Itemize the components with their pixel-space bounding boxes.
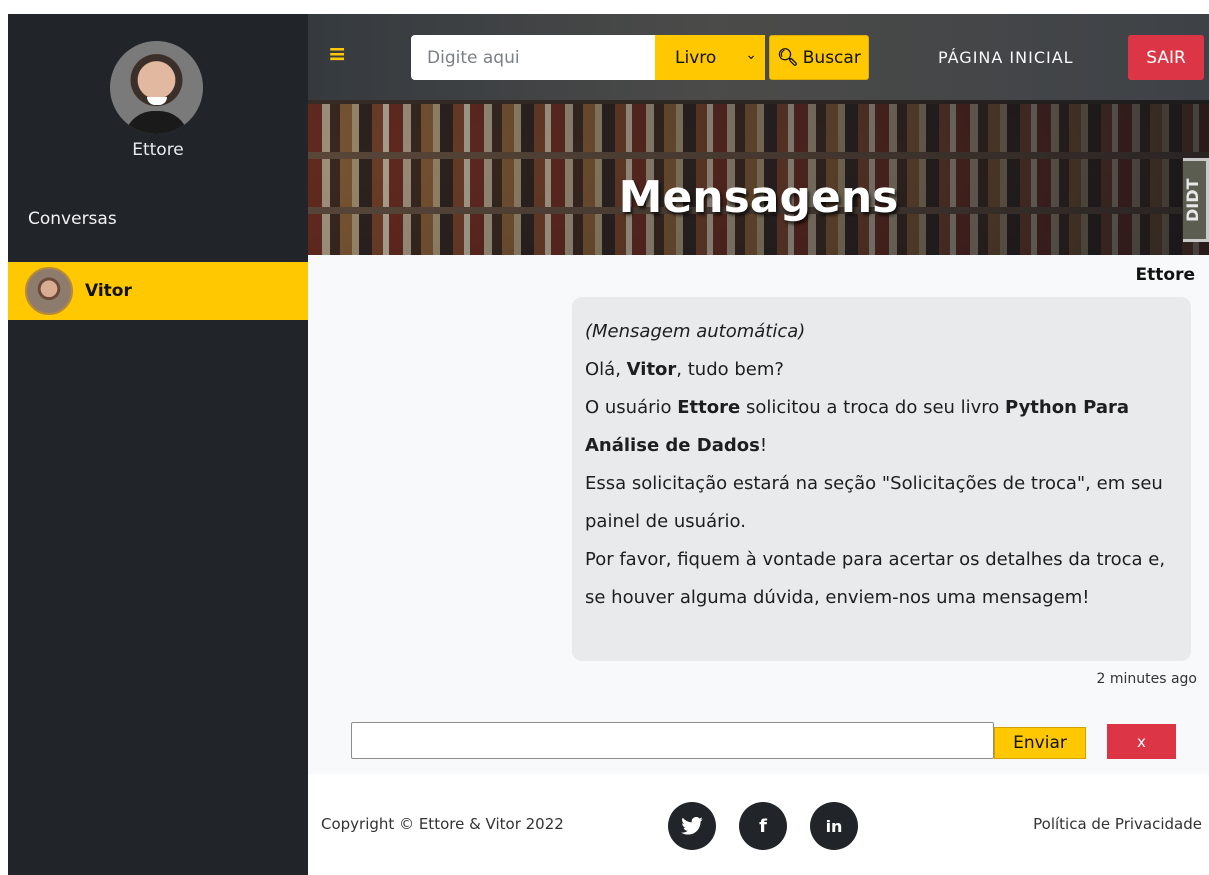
close-chat-button[interactable]: x bbox=[1107, 724, 1176, 759]
message-line: (Mensagem automática) bbox=[585, 321, 806, 342]
conversations-title: Conversas bbox=[28, 209, 117, 229]
conversation-item-vitor[interactable]: Vitor bbox=[8, 262, 308, 320]
conversation-name: Vitor bbox=[85, 281, 132, 301]
message-line: Olá, Vitor, tudo bem? bbox=[585, 351, 1178, 389]
home-link[interactable]: PÁGINA INICIAL bbox=[938, 48, 1074, 67]
page-title: Mensagens bbox=[618, 172, 899, 223]
search-button-label: Buscar bbox=[802, 47, 861, 68]
chevron-down-icon: ⌄ bbox=[745, 47, 757, 63]
facebook-icon[interactable]: f bbox=[739, 802, 787, 850]
footer: Copyright © Ettore & Vitor 2022 f in Pol… bbox=[308, 774, 1209, 875]
twitter-icon[interactable] bbox=[668, 802, 716, 850]
avatar-smile bbox=[147, 97, 167, 105]
search-type-select[interactable]: Livro ⌄ bbox=[655, 35, 765, 80]
message-text: O usuário bbox=[585, 397, 678, 418]
message-requester: Ettore bbox=[677, 397, 741, 418]
message-input[interactable] bbox=[351, 722, 994, 759]
message-text: ! bbox=[759, 435, 768, 456]
app-frame: Ettore Conversas Vitor ≡ Livro ⌄ 🔍︎ Busc… bbox=[8, 14, 1209, 875]
linkedin-icon[interactable]: in bbox=[810, 802, 858, 850]
menu-toggle-icon[interactable]: ≡ bbox=[328, 44, 346, 66]
banner-badge: DIDT bbox=[1183, 158, 1209, 242]
message-bubble: (Mensagem automática) Olá, Vitor, tudo b… bbox=[572, 297, 1191, 661]
sidebar-user-name: Ettore bbox=[132, 140, 184, 160]
search-button[interactable]: 🔍︎ Buscar bbox=[769, 35, 869, 80]
user-avatar bbox=[110, 41, 203, 134]
logout-button[interactable]: SAIR bbox=[1128, 35, 1204, 80]
message-recipient: Vitor bbox=[626, 359, 677, 380]
copyright-text: Copyright © Ettore & Vitor 2022 bbox=[321, 815, 564, 833]
search-input[interactable] bbox=[411, 35, 655, 80]
privacy-policy-link[interactable]: Política de Privacidade bbox=[1033, 815, 1202, 833]
send-button[interactable]: Enviar bbox=[994, 727, 1086, 759]
message-text: solicitou a troca do seu livro bbox=[740, 397, 1006, 418]
chat-panel: Ettore (Mensagem automática) Olá, Vitor,… bbox=[308, 255, 1209, 774]
message-timestamp: 2 minutes ago bbox=[1096, 671, 1197, 687]
avatar-shirt bbox=[124, 111, 189, 134]
message-text: , tudo bem? bbox=[676, 359, 784, 380]
search-type-value: Livro bbox=[675, 47, 717, 68]
search-icon: 🔍︎ bbox=[777, 47, 799, 68]
conversation-avatar bbox=[25, 267, 73, 315]
message-line: Por favor, fiquem à vontade para acertar… bbox=[585, 549, 1166, 608]
message-line: O usuário Ettore solicitou a troca do se… bbox=[585, 389, 1178, 465]
message-sender: Ettore bbox=[1135, 265, 1195, 285]
top-navbar: ≡ Livro ⌄ 🔍︎ Buscar PÁGINA INICIAL SAIR bbox=[308, 14, 1209, 100]
page-banner: Mensagens DIDT bbox=[308, 100, 1209, 255]
twitter-glyph bbox=[681, 817, 703, 835]
message-text: Olá, bbox=[585, 359, 627, 380]
message-line: Essa solicitação estará na seção "Solici… bbox=[585, 473, 1163, 532]
sidebar: Ettore Conversas Vitor bbox=[8, 14, 308, 875]
